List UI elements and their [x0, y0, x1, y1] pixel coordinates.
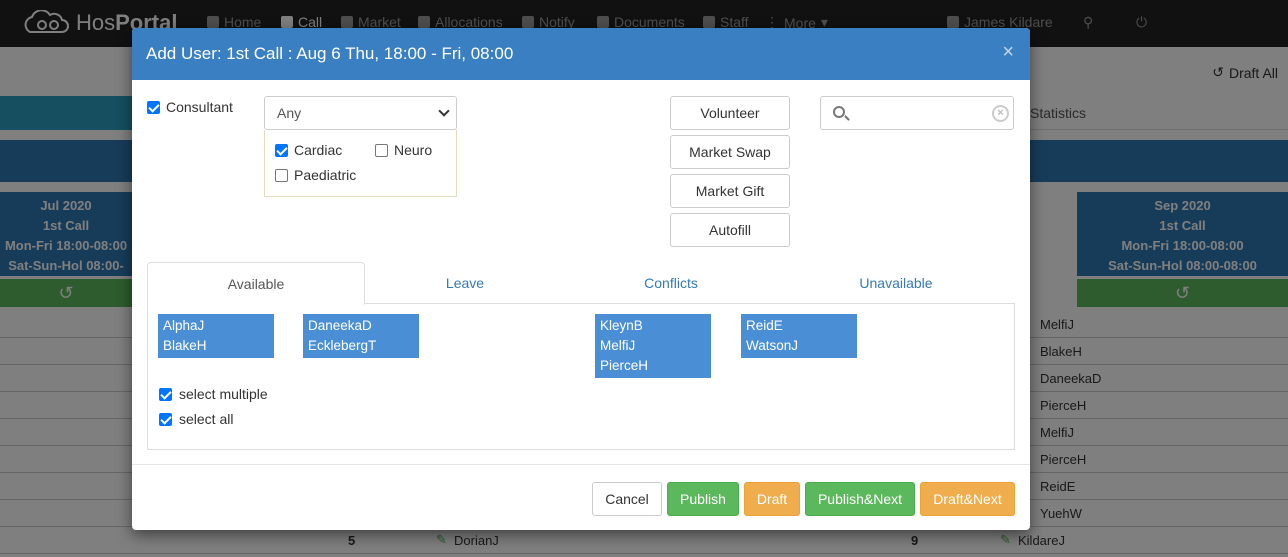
checkbox-checked-icon[interactable]: [275, 143, 288, 157]
search-icon: [833, 106, 845, 118]
checkbox-icon[interactable]: [275, 168, 288, 182]
chevron-down-icon: [438, 105, 450, 117]
publish-button[interactable]: Publish: [667, 482, 739, 516]
user-option[interactable]: WatsonJ: [746, 336, 852, 356]
user-option[interactable]: MelfiJ: [600, 336, 706, 356]
user-group[interactable]: ReidE WatsonJ: [741, 314, 857, 358]
specialty-select[interactable]: Any: [264, 96, 457, 130]
user-option[interactable]: EcklebergT: [308, 336, 414, 356]
select-all-checkbox[interactable]: select all: [159, 411, 233, 427]
tab-available[interactable]: Available: [147, 262, 365, 305]
draft-next-button[interactable]: Draft&Next: [920, 482, 1015, 516]
checkbox-checked-icon[interactable]: [147, 100, 160, 114]
clear-icon[interactable]: ×: [992, 105, 1009, 122]
user-group[interactable]: KleynB MelfiJ PierceH: [595, 314, 711, 378]
user-option[interactable]: ReidE: [746, 316, 852, 336]
checkbox-checked-icon[interactable]: [159, 412, 172, 426]
consultant-checkbox[interactable]: Consultant: [147, 99, 233, 115]
tab-unavailable[interactable]: Unavailable: [777, 262, 1015, 304]
specialty-paediatric[interactable]: Paediatric: [275, 167, 356, 183]
user-option[interactable]: AlphaJ: [163, 316, 269, 336]
market-swap-button[interactable]: Market Swap: [670, 135, 790, 169]
checkbox-icon[interactable]: [375, 143, 388, 157]
volunteer-button[interactable]: Volunteer: [670, 96, 790, 130]
user-tabs: Available Leave Conflicts Unavailable: [147, 262, 1015, 305]
available-users-panel: AlphaJ BlakeH DaneekaD EcklebergT KleynB…: [147, 303, 1015, 450]
tab-conflicts[interactable]: Conflicts: [565, 262, 777, 304]
modal-title: Add User: 1st Call : Aug 6 Thu, 18:00 - …: [146, 44, 514, 63]
draft-button[interactable]: Draft: [744, 482, 800, 516]
market-gift-button[interactable]: Market Gift: [670, 174, 790, 208]
user-group[interactable]: AlphaJ BlakeH: [158, 314, 274, 358]
cancel-button[interactable]: Cancel: [592, 482, 662, 516]
modal-footer: Cancel Publish Draft Publish&Next Draft&…: [132, 464, 1030, 530]
specialty-options: Cardiac Neuro Paediatric: [264, 130, 457, 197]
modal-header: Add User: 1st Call : Aug 6 Thu, 18:00 - …: [132, 28, 1030, 80]
select-multiple-checkbox[interactable]: select multiple: [159, 386, 268, 402]
add-user-modal: Add User: 1st Call : Aug 6 Thu, 18:00 - …: [132, 28, 1030, 530]
close-icon[interactable]: ×: [1002, 41, 1014, 64]
user-group[interactable]: DaneekaD EcklebergT: [303, 314, 419, 358]
specialty-cardiac[interactable]: Cardiac: [275, 142, 342, 158]
publish-next-button[interactable]: Publish&Next: [805, 482, 915, 516]
autofill-button[interactable]: Autofill: [670, 213, 790, 247]
user-option[interactable]: DaneekaD: [308, 316, 414, 336]
user-option[interactable]: KleynB: [600, 316, 706, 336]
search-input[interactable]: ×: [820, 96, 1014, 130]
user-option[interactable]: PierceH: [600, 356, 706, 376]
checkbox-checked-icon[interactable]: [159, 387, 172, 401]
tab-leave[interactable]: Leave: [365, 262, 565, 304]
user-option[interactable]: BlakeH: [163, 336, 269, 356]
specialty-neuro[interactable]: Neuro: [375, 142, 432, 158]
